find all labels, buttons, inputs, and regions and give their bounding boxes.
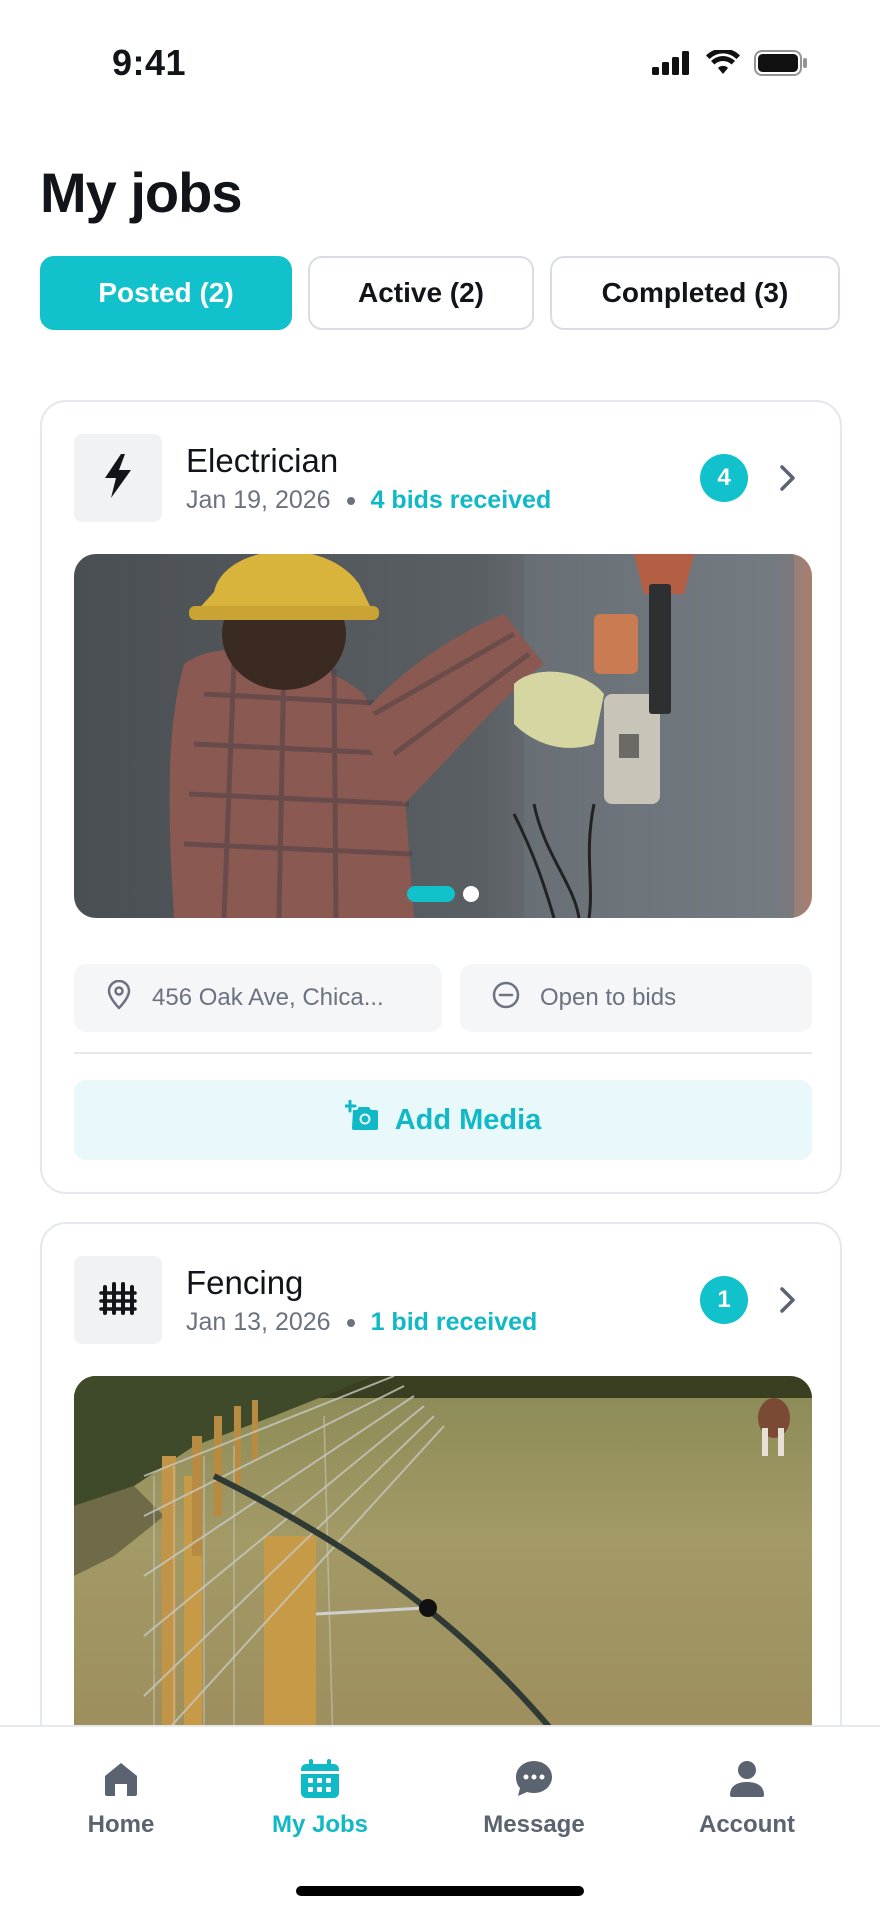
job-card-header[interactable]: Electrician Jan 19, 2026 4 bids received… xyxy=(74,434,812,522)
tab-active[interactable]: Active (2) xyxy=(308,256,534,330)
add-media-label: Add Media xyxy=(394,1103,542,1136)
nav-label-message: Message xyxy=(483,1811,585,1838)
battery-icon xyxy=(754,50,808,81)
tab-completed[interactable]: Completed (3) xyxy=(550,256,840,330)
add-photo-icon xyxy=(343,1099,379,1140)
nav-item-account[interactable]: Account xyxy=(647,1757,847,1839)
job-status: Open to bids xyxy=(540,984,677,1011)
separator-dot xyxy=(346,496,355,505)
lightning-bolt-icon xyxy=(101,453,135,503)
status-icons xyxy=(652,48,808,81)
pager-dot[interactable] xyxy=(463,886,479,902)
divider xyxy=(74,1052,812,1054)
job-card[interactable]: Electrician Jan 19, 2026 4 bids received… xyxy=(40,400,842,1194)
cellular-signal-icon xyxy=(652,51,692,80)
job-title: Fencing xyxy=(186,1264,304,1301)
pager-dot-active[interactable] xyxy=(407,886,455,902)
bottom-nav: Home My Jobs Message Account xyxy=(0,1725,880,1912)
tab-posted[interactable]: Posted (2) xyxy=(40,256,292,330)
status-time: 9:41 xyxy=(112,42,187,83)
fence-photo-image xyxy=(74,1376,812,1784)
add-media-button[interactable]: Add Media xyxy=(74,1080,812,1160)
status-bar: 9:41 xyxy=(0,0,880,120)
job-photo[interactable] xyxy=(74,1376,812,1784)
job-category-icon-box xyxy=(74,1256,162,1344)
bids-received-text: 1 bid received xyxy=(370,1308,538,1336)
fence-icon xyxy=(99,1281,137,1320)
wifi-icon xyxy=(706,48,740,81)
job-meta: Jan 19, 2026 4 bids received xyxy=(186,486,551,515)
job-info-row: 456 Oak Ave, Chica... Open to bids xyxy=(74,964,812,1032)
job-location: 456 Oak Ave, Chica... xyxy=(152,984,384,1011)
calendar-icon xyxy=(298,1757,342,1801)
job-title: Electrician xyxy=(186,442,339,479)
nav-label-home: Home xyxy=(87,1811,155,1838)
job-card-header[interactable]: Fencing Jan 13, 2026 1 bid received 1 xyxy=(74,1256,812,1344)
nav-label-my-jobs: My Jobs xyxy=(271,1811,369,1838)
chevron-right-icon[interactable] xyxy=(768,1280,808,1320)
job-date: Jan 19, 2026 xyxy=(186,486,331,514)
photo-pager xyxy=(407,886,479,902)
job-photo[interactable] xyxy=(74,554,812,918)
minus-circle-icon xyxy=(492,981,520,1016)
bid-count-badge: 1 xyxy=(700,1276,748,1324)
job-status-tabs: Posted (2) Active (2) Completed (3) xyxy=(40,256,840,330)
chat-bubble-icon xyxy=(512,1757,556,1801)
job-card[interactable]: Fencing Jan 13, 2026 1 bid received 1 xyxy=(40,1222,842,1784)
home-indicator xyxy=(296,1886,584,1896)
separator-dot xyxy=(346,1318,355,1327)
person-icon xyxy=(725,1757,769,1801)
nav-label-account: Account xyxy=(699,1811,795,1838)
job-date: Jan 13, 2026 xyxy=(186,1308,331,1336)
status-chip: Open to bids xyxy=(460,964,812,1032)
location-pin-icon xyxy=(106,979,132,1017)
location-chip: 456 Oak Ave, Chica... xyxy=(74,964,442,1032)
electrician-photo-image xyxy=(74,554,812,918)
job-meta: Jan 13, 2026 1 bid received xyxy=(186,1308,537,1337)
job-category-icon-box xyxy=(74,434,162,522)
chevron-right-icon[interactable] xyxy=(768,458,808,498)
bids-received-text: 4 bids received xyxy=(370,486,552,514)
home-icon xyxy=(99,1757,143,1801)
page-title: My jobs xyxy=(40,161,242,224)
nav-item-home[interactable]: Home xyxy=(21,1757,221,1839)
nav-item-my-jobs[interactable]: My Jobs xyxy=(220,1757,420,1839)
bid-count-badge: 4 xyxy=(700,454,748,502)
nav-item-message[interactable]: Message xyxy=(434,1757,634,1839)
